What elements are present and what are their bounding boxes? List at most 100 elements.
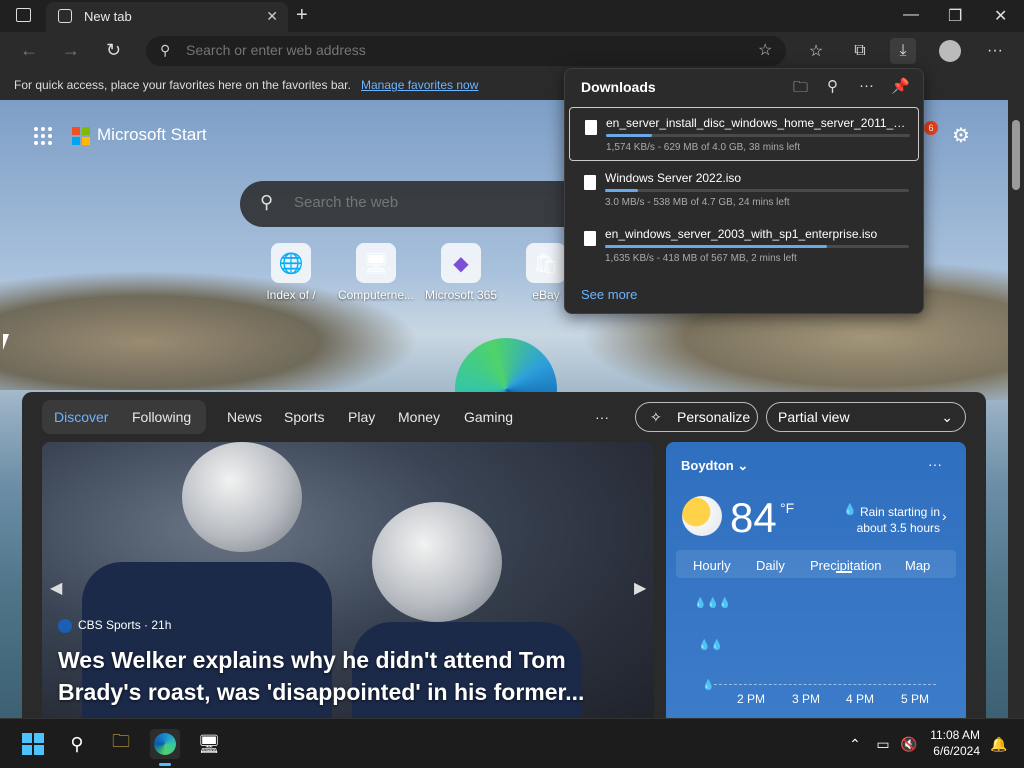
page-settings-icon[interactable]: ⚙ bbox=[952, 123, 970, 148]
app-launcher-icon[interactable] bbox=[34, 127, 52, 145]
system-clock[interactable]: 11:08 AM 6/6/2024 bbox=[930, 727, 980, 759]
tab-discover[interactable]: Discover bbox=[54, 400, 108, 434]
pin-icon[interactable]: 📌 bbox=[891, 77, 910, 95]
new-tab-button[interactable]: + bbox=[296, 4, 308, 27]
remote-desktop-icon[interactable]: 🖥 bbox=[194, 729, 224, 759]
start-button[interactable] bbox=[18, 729, 48, 759]
page-scrollbar[interactable] bbox=[1008, 100, 1024, 718]
search-icon[interactable]: ⚲ bbox=[62, 729, 92, 759]
quick-link-tile[interactable]: 🖥 Computerne... bbox=[331, 243, 421, 302]
minimize-button[interactable]: — bbox=[903, 6, 919, 24]
precipitation-note[interactable]: Rain starting in about 3.5 hours bbox=[852, 504, 940, 536]
restore-button[interactable]: ❐ bbox=[948, 6, 962, 26]
download-item[interactable]: Windows Server 2022.iso 3.0 MB/s - 538 M… bbox=[569, 163, 919, 217]
downloads-icon[interactable]: ⤓ bbox=[890, 38, 916, 64]
next-arrow-icon[interactable]: ▶ bbox=[634, 578, 646, 598]
article-source: CBS Sports · 21h bbox=[58, 618, 171, 633]
chevron-right-icon[interactable]: › bbox=[942, 508, 947, 524]
more-options-icon[interactable]: ··· bbox=[859, 77, 874, 94]
edge-icon[interactable] bbox=[150, 729, 180, 759]
settings-menu-icon[interactable]: ··· bbox=[982, 38, 1008, 64]
address-bar[interactable]: ⚲ ☆ bbox=[146, 36, 786, 66]
tab-following[interactable]: Following bbox=[132, 400, 191, 434]
tab-money[interactable]: Money bbox=[398, 400, 440, 434]
tile-label: Index of / bbox=[266, 288, 316, 302]
profile-avatar[interactable] bbox=[937, 38, 963, 64]
weather-location[interactable]: Boydton ⌄ bbox=[681, 458, 748, 474]
chevron-down-icon: ⌄ bbox=[737, 458, 749, 473]
download-progress-fill bbox=[606, 134, 652, 137]
tab-play[interactable]: Play bbox=[348, 400, 375, 434]
clock-date: 6/6/2024 bbox=[933, 744, 980, 758]
previous-arrow-icon[interactable]: ◀ bbox=[50, 578, 62, 598]
tab-actions-icon[interactable] bbox=[16, 8, 31, 22]
time-label: 5 PM bbox=[901, 692, 930, 706]
tab-new-tab[interactable]: New tab ✕ bbox=[46, 2, 288, 32]
notifications-icon[interactable]: 🔔 bbox=[984, 729, 1014, 759]
chevron-down-icon: ⌄ bbox=[941, 409, 953, 425]
manage-favorites-link[interactable]: Manage favorites now bbox=[361, 78, 478, 92]
close-tab-icon[interactable]: ✕ bbox=[266, 8, 278, 25]
view-select-label: Partial view bbox=[778, 409, 850, 425]
download-progress-fill bbox=[605, 189, 639, 192]
notification-badge[interactable]: 6 bbox=[924, 121, 938, 135]
download-item[interactable]: en_windows_server_2003_with_sp1_enterpri… bbox=[569, 219, 919, 273]
tab-map[interactable]: Map bbox=[905, 558, 930, 573]
tab-news[interactable]: News bbox=[227, 400, 262, 434]
location-label: Boydton bbox=[681, 458, 734, 473]
chart-axis bbox=[714, 684, 936, 685]
back-button[interactable]: ← bbox=[20, 40, 38, 61]
open-folder-icon[interactable]: 🗀 bbox=[793, 77, 808, 102]
download-status: 1,574 KB/s - 629 MB of 4.0 GB, 38 mins l… bbox=[606, 142, 800, 153]
heavy-rain-icon: 💧💧💧 bbox=[694, 598, 732, 609]
tab-sports[interactable]: Sports bbox=[284, 400, 324, 434]
scrollbar-thumb[interactable] bbox=[1012, 120, 1020, 190]
personalize-label: Personalize bbox=[677, 409, 751, 425]
file-icon bbox=[584, 175, 596, 190]
weather-card: Boydton ⌄ ··· 84 °F 💧 Rain starting in a… bbox=[666, 442, 966, 718]
quick-link-tile[interactable]: 🌐 Index of / bbox=[246, 243, 336, 302]
file-icon bbox=[585, 120, 597, 135]
close-window-button[interactable]: ✕ bbox=[994, 6, 1007, 26]
favorites-icon[interactable]: ☆ bbox=[803, 38, 829, 64]
more-options-icon[interactable]: ··· bbox=[928, 456, 942, 472]
microsoft-365-icon: ◆ bbox=[441, 243, 481, 283]
mouse-cursor-icon bbox=[3, 334, 9, 350]
ebay-icon: 🛍 bbox=[526, 243, 566, 283]
more-tabs-button[interactable]: ··· bbox=[595, 400, 609, 434]
download-status: 1,635 KB/s - 418 MB of 567 MB, 2 mins le… bbox=[605, 253, 797, 264]
tile-label: Microsoft 365 bbox=[424, 288, 498, 302]
collections-icon[interactable]: ⧉ bbox=[847, 38, 873, 64]
favorites-message: For quick access, place your favorites h… bbox=[14, 78, 351, 92]
active-tab-indicator bbox=[836, 571, 852, 573]
article-title[interactable]: Wes Welker explains why he didn't attend… bbox=[58, 644, 618, 708]
show-hidden-icons[interactable]: ⌃ bbox=[840, 729, 870, 759]
web-search-input[interactable] bbox=[294, 194, 594, 211]
tab-daily[interactable]: Daily bbox=[756, 558, 785, 573]
download-item[interactable]: en_server_install_disc_windows_home_serv… bbox=[569, 107, 919, 161]
address-input[interactable] bbox=[186, 42, 746, 58]
sun-cloud-icon bbox=[682, 496, 722, 536]
temperature-unit[interactable]: °F bbox=[780, 500, 794, 516]
tab-title: New tab bbox=[84, 9, 132, 24]
tab-hourly[interactable]: Hourly bbox=[693, 558, 731, 573]
personalize-button[interactable]: ✧ Personalize bbox=[635, 402, 758, 432]
add-favorite-icon[interactable]: ☆ bbox=[758, 40, 772, 60]
time-label: 2 PM bbox=[737, 692, 766, 706]
computer-icon: 🖥 bbox=[356, 243, 396, 283]
refresh-button[interactable]: ↻ bbox=[106, 40, 121, 61]
view-select[interactable]: Partial view ⌄ bbox=[766, 402, 966, 432]
taskbar: ⚲ 🗀 🖥 ⌃ ▭ 🔇 11:08 AM 6/6/2024 🔔 bbox=[0, 718, 1024, 768]
quick-link-tile[interactable]: ◆ Microsoft 365 bbox=[416, 243, 506, 302]
forward-button[interactable]: → bbox=[62, 40, 80, 61]
search-downloads-icon[interactable]: ⚲ bbox=[827, 77, 838, 95]
precipitation-chart: 💧💧💧 💧💧 💧 2 PM 3 PM 4 PM 5 PM bbox=[694, 590, 944, 718]
volume-muted-icon[interactable]: 🔇 bbox=[894, 729, 924, 759]
see-more-link[interactable]: See more bbox=[581, 287, 637, 302]
tile-label: Computerne... bbox=[337, 288, 415, 302]
tab-gaming[interactable]: Gaming bbox=[464, 400, 513, 434]
hero-article[interactable]: ◀ ▶ CBS Sports · 21h Wes Welker explains… bbox=[42, 442, 654, 718]
page-icon bbox=[58, 9, 72, 23]
file-explorer-icon[interactable]: 🗀 bbox=[106, 729, 136, 759]
toolbar: ← → ↻ ⚲ ☆ ☆ ⧉ ⤓ ··· bbox=[0, 32, 1024, 70]
